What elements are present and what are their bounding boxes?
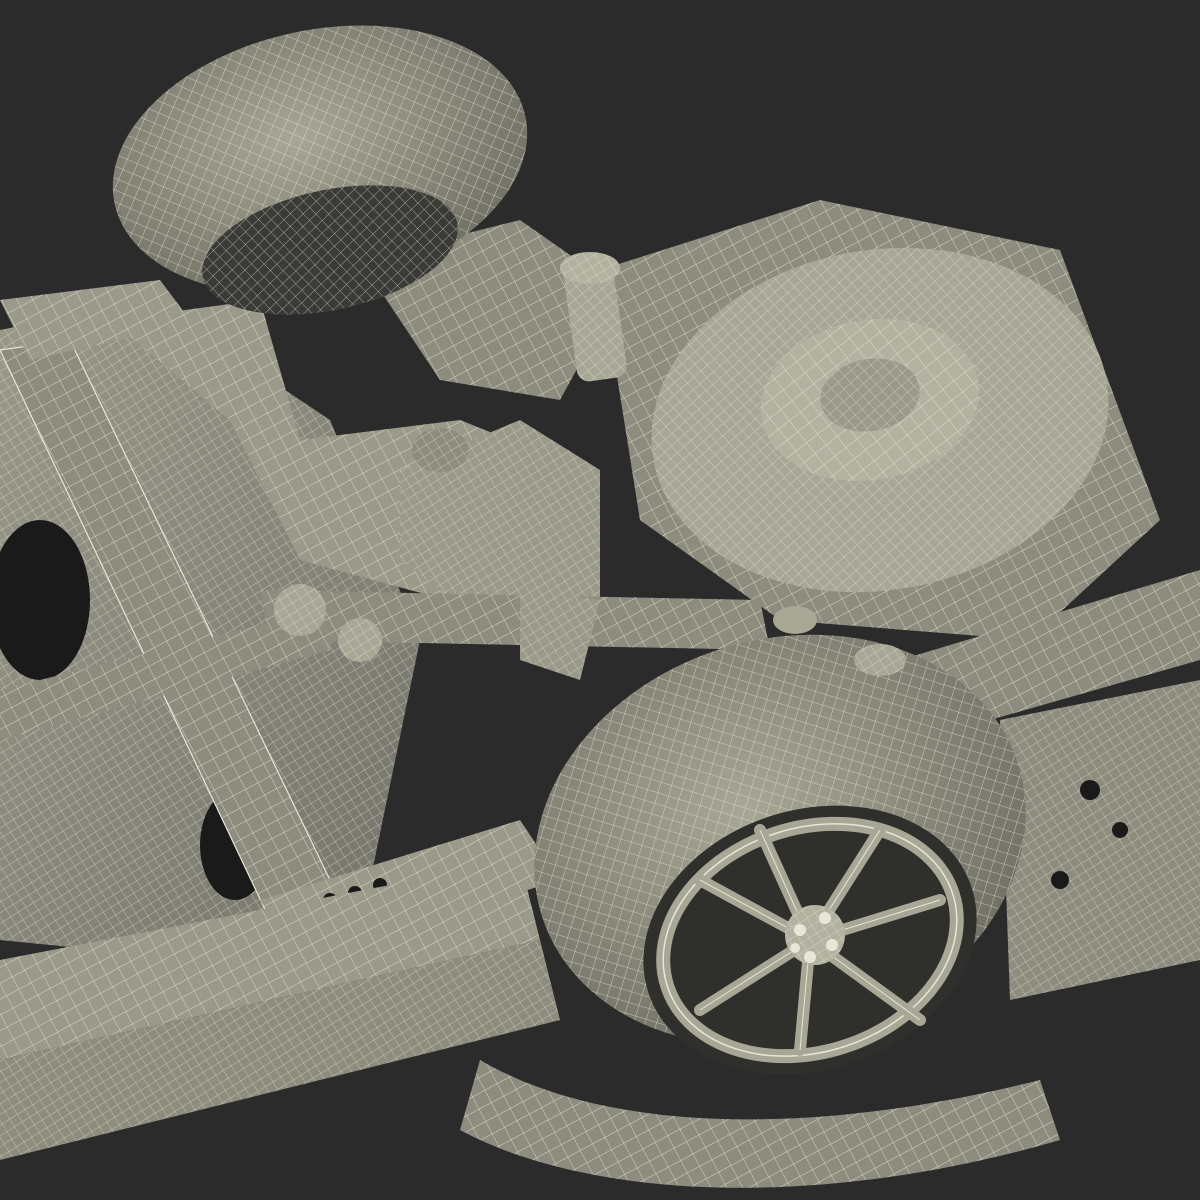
wireframe-render-scene (0, 0, 1200, 1200)
